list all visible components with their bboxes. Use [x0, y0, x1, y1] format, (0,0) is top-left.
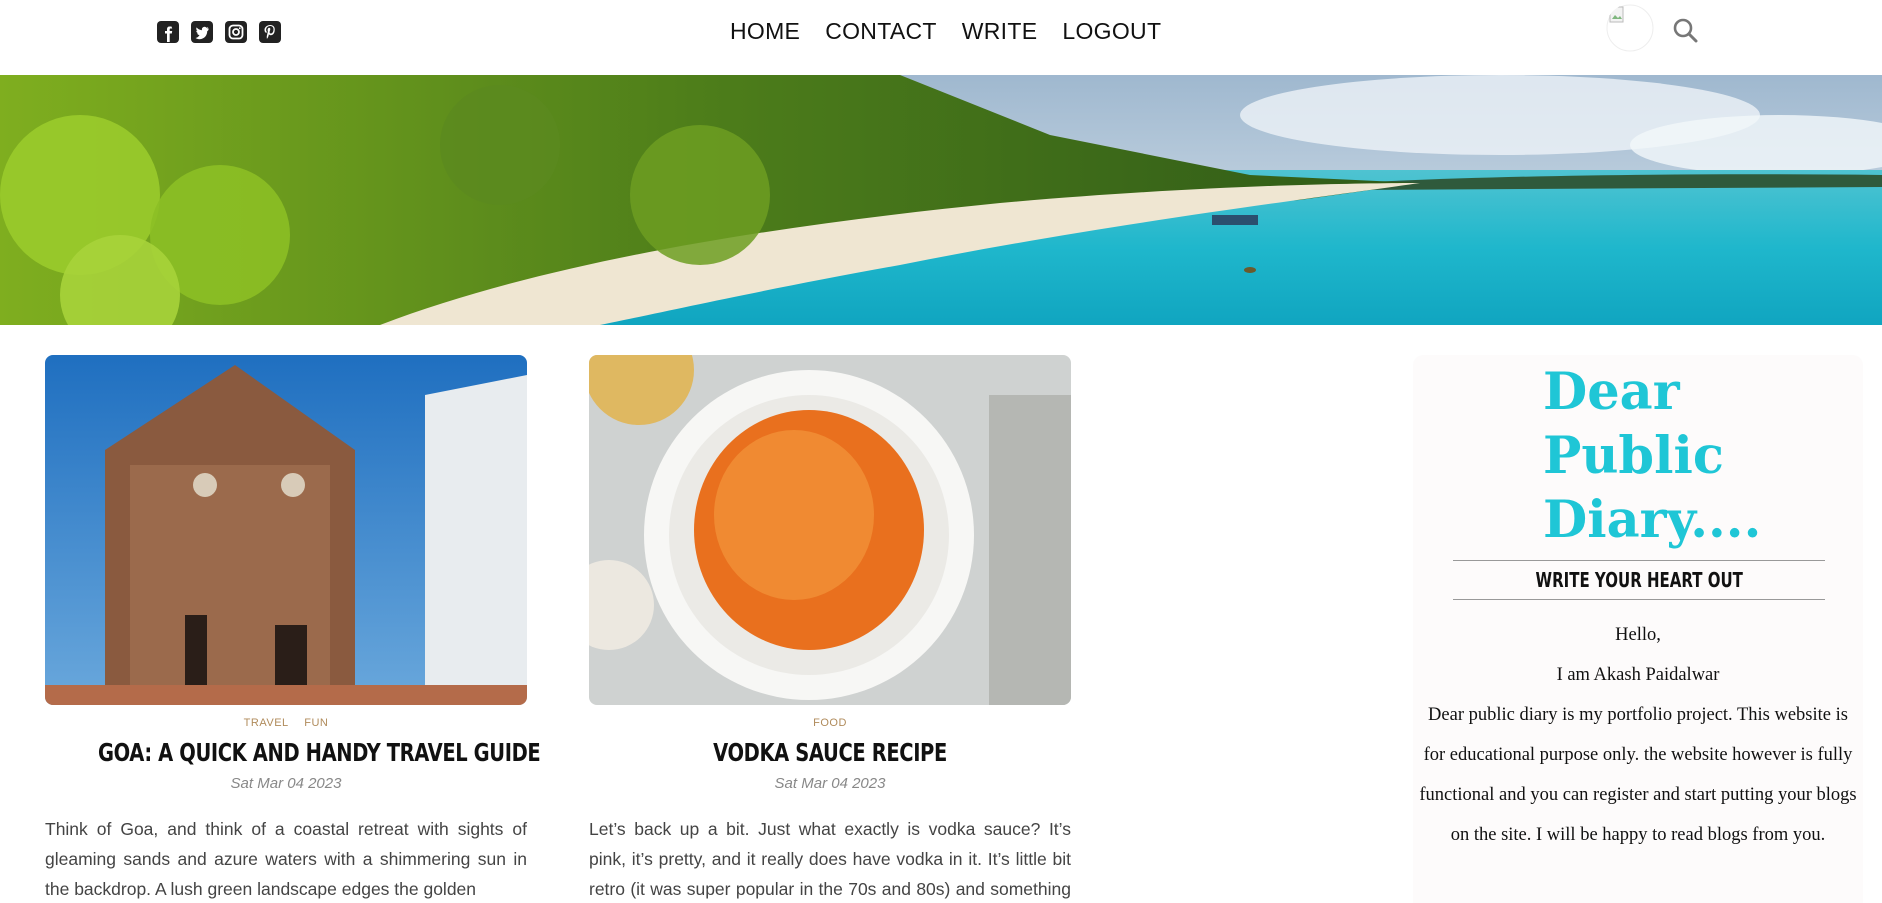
sidebar-greeting: Hello,	[1615, 625, 1661, 645]
sidebar-about: Hello, I am Akash Paidalwar Dear public …	[1418, 615, 1858, 855]
post-title[interactable]: VODKA SAUCE RECIPE	[642, 738, 1018, 767]
post-excerpt: Let’s back up a bit. Just what exactly i…	[589, 819, 1071, 899]
post-categories: FOOD	[589, 717, 1071, 729]
category-tag[interactable]: TRAVEL	[244, 717, 289, 729]
post-categories: TRAVEL FUN	[45, 717, 527, 729]
search-icon[interactable]	[1672, 17, 1698, 43]
sidebar-subtitle-text: WRITE YOUR HEART OUT	[1535, 568, 1743, 592]
nav-write[interactable]: WRITE	[962, 16, 1038, 46]
category-tag[interactable]: FOOD	[813, 717, 847, 729]
sidebar-subtitle: WRITE YOUR HEART OUT	[1453, 560, 1825, 600]
category-tag[interactable]: FUN	[304, 717, 328, 729]
post-card[interactable]: TRAVEL FUN GOA: A QUICK AND HANDY TRAVEL…	[45, 355, 541, 903]
social-links	[156, 20, 282, 44]
post-excerpt: Think of Goa, and think of a coastal ret…	[45, 819, 527, 899]
avatar[interactable]	[1606, 4, 1654, 52]
hero-banner	[0, 75, 1882, 325]
sidebar-title: Dear Public Diary....	[1543, 362, 1762, 550]
beach-banner-image	[0, 75, 1882, 325]
post-image-goa-church[interactable]	[45, 355, 527, 705]
nav-contact[interactable]: CONTACT	[825, 16, 937, 46]
post-date: Sat Mar 04 2023	[774, 775, 886, 792]
sidebar-description: Dear public diary is my portfolio projec…	[1419, 705, 1857, 845]
post-image-penne-pasta[interactable]	[589, 355, 1071, 705]
broken-image-icon	[1606, 4, 1654, 52]
sidebar-intro: I am Akash Paidalwar	[1556, 665, 1720, 685]
twitter-square-icon[interactable]	[190, 20, 214, 44]
top-bar: HOME CONTACT WRITE LOGOUT	[0, 0, 1882, 75]
nav-logout[interactable]: LOGOUT	[1062, 16, 1161, 46]
instagram-square-icon[interactable]	[224, 20, 248, 44]
facebook-square-icon[interactable]	[156, 20, 180, 44]
sidebar: Dear Public Diary.... WRITE YOUR HEART O…	[1413, 355, 1863, 903]
post-title[interactable]: GOA: A QUICK AND HANDY TRAVEL GUIDE	[98, 738, 541, 767]
post-card[interactable]: FOOD VODKA SAUCE RECIPE Sat Mar 04 2023 …	[589, 355, 1071, 903]
nav-home[interactable]: HOME	[730, 16, 800, 46]
post-date: Sat Mar 04 2023	[230, 775, 342, 792]
pinterest-square-icon[interactable]	[258, 20, 282, 44]
main-nav: HOME CONTACT WRITE LOGOUT	[730, 16, 1161, 46]
